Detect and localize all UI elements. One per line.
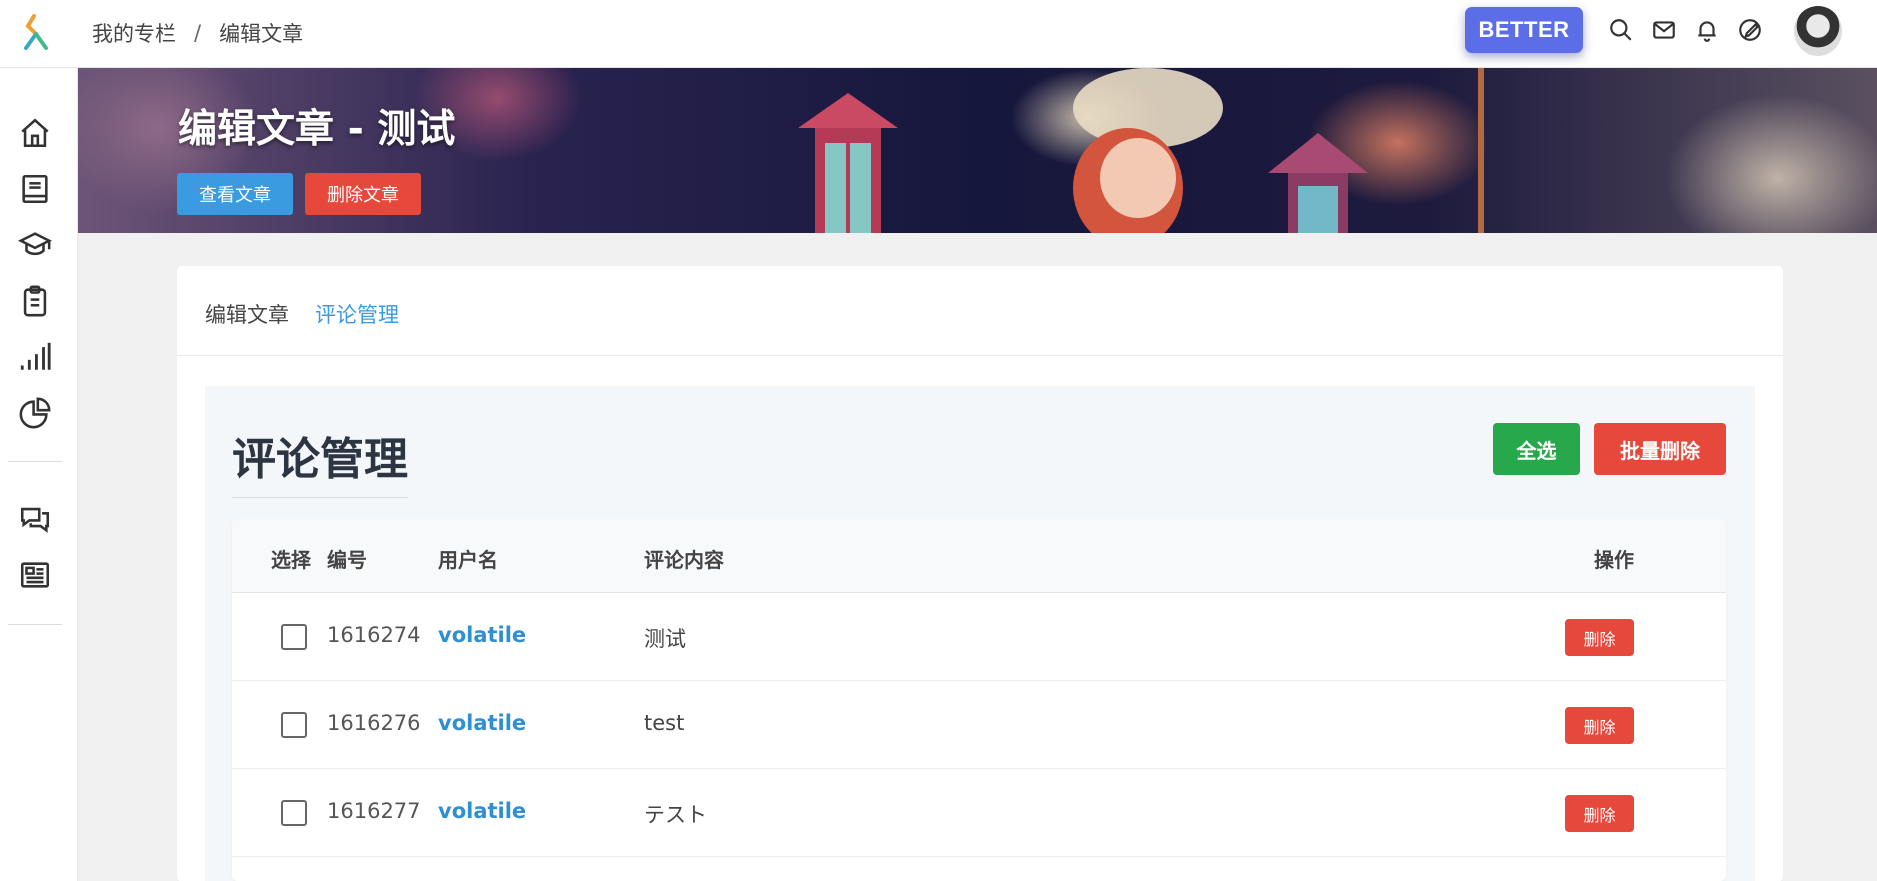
comment-id: 1616276 [327, 711, 421, 735]
table-row: 1616277 volatile テスト 删除 [232, 769, 1726, 857]
mail-icon[interactable] [1651, 17, 1677, 43]
signal-bars-icon[interactable] [18, 340, 52, 374]
better-button[interactable]: BETTER [1465, 7, 1583, 53]
view-article-button[interactable]: 查看文章 [177, 173, 293, 215]
comment-content: テスト [644, 803, 707, 827]
breadcrumb-edit-article: 编辑文章 [219, 22, 304, 46]
row-checkbox[interactable] [281, 712, 307, 738]
article-title: 编辑文章 - 测试 [178, 107, 456, 152]
comment-content: test [644, 711, 685, 735]
comment-id: 1616277 [327, 799, 421, 823]
panel-title: 评论管理 [232, 423, 408, 498]
breadcrumb: 我的专栏 / 编辑文章 [92, 18, 303, 48]
site-logo[interactable] [20, 14, 50, 50]
comment-content: 测试 [644, 627, 686, 651]
breadcrumb-my-column[interactable]: 我的专栏 [92, 18, 176, 48]
comments-table: 选择 编号 用户名 评论内容 操作 1616274 volatile 测试 删除… [232, 519, 1726, 881]
header-id: 编号 [327, 548, 367, 572]
tab-comment-management[interactable]: 评论管理 [315, 299, 399, 329]
breadcrumb-separator: / [194, 21, 202, 45]
book-icon[interactable] [18, 172, 52, 206]
tab-edit-article[interactable]: 编辑文章 [205, 299, 289, 329]
header-content: 评论内容 [644, 548, 724, 572]
search-icon[interactable] [1608, 17, 1634, 43]
comment-username-link[interactable]: volatile [438, 711, 526, 735]
row-checkbox[interactable] [281, 624, 307, 650]
graduation-cap-icon[interactable] [18, 228, 52, 262]
character-illustration [1073, 68, 1223, 233]
delete-comment-button[interactable]: 删除 [1565, 619, 1634, 656]
lantern-image [798, 93, 898, 233]
banner-pole [1478, 68, 1484, 233]
table-row: 1616276 volatile test 删除 [232, 681, 1726, 769]
header-select: 选择 [271, 548, 311, 572]
sidebar-divider [8, 461, 62, 462]
delete-comment-button[interactable]: 删除 [1565, 707, 1634, 744]
newspaper-icon[interactable] [18, 558, 52, 592]
table-row: 1616274 volatile 测试 删除 [232, 593, 1726, 681]
delete-comment-button[interactable]: 删除 [1565, 795, 1634, 832]
home-icon[interactable] [18, 116, 52, 150]
bell-icon[interactable] [1694, 17, 1720, 43]
pie-chart-icon[interactable] [18, 396, 52, 430]
bulk-delete-button[interactable]: 批量删除 [1594, 423, 1726, 475]
sidebar-divider [8, 624, 62, 625]
top-bar: 我的专栏 / 编辑文章 BETTER [0, 0, 1877, 68]
header-action: 操作 [1594, 548, 1634, 572]
edit-icon[interactable] [1737, 17, 1763, 43]
user-avatar[interactable] [1794, 6, 1842, 56]
header-username: 用户名 [438, 548, 498, 572]
comment-username-link[interactable]: volatile [438, 623, 526, 647]
clipboard-icon[interactable] [18, 284, 52, 318]
delete-article-button[interactable]: 删除文章 [305, 173, 421, 215]
tab-bar: 编辑文章 评论管理 [177, 266, 1783, 356]
lantern-image [1268, 133, 1368, 233]
row-checkbox[interactable] [281, 800, 307, 826]
comment-management-panel: 评论管理 全选 批量删除 选择 编号 用户名 评论内容 操作 1616274 v… [205, 386, 1755, 881]
select-all-button[interactable]: 全选 [1493, 423, 1580, 475]
main-card: 编辑文章 评论管理 评论管理 全选 批量删除 选择 编号 用户名 评论内容 操作… [177, 266, 1783, 881]
table-header: 选择 编号 用户名 评论内容 操作 [232, 519, 1726, 593]
chat-icon[interactable] [18, 502, 52, 536]
left-sidebar [0, 68, 78, 881]
comment-username-link[interactable]: volatile [438, 799, 526, 823]
comment-id: 1616274 [327, 623, 421, 647]
